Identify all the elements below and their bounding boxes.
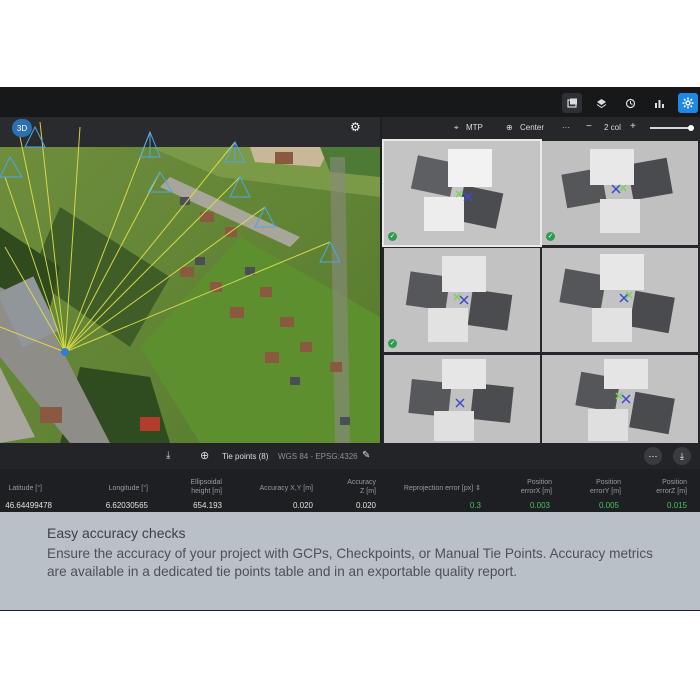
col-ellipsoidal-height[interactable]: Ellipsoidal height [m] <box>190 478 222 496</box>
cell-accuracy-z: 0.020 <box>355 501 376 510</box>
table-row[interactable]: 46.64499478 6.62030565 654.193 0.020 0.0… <box>0 501 700 512</box>
image-thumbnail[interactable] <box>384 355 540 443</box>
top-toolbar <box>0 87 700 117</box>
viewer-toolbar: 3D ⚙ <box>0 117 380 139</box>
collapse-icon[interactable]: ⤓ <box>166 450 170 461</box>
chart-icon[interactable] <box>649 93 669 113</box>
image-thumbnail[interactable] <box>542 355 698 443</box>
caption-title: Easy accuracy checks <box>47 525 186 541</box>
col-position-error-y[interactable]: Position errorY [m] <box>590 478 621 496</box>
more-options-button[interactable]: ··· <box>562 123 570 132</box>
check-icon: ✓ <box>546 232 555 241</box>
image-panel: ⌖ MTP ⊕ Center ··· − 2 col + ✓ ✓ ✓ <box>382 117 700 443</box>
table-header: Latitude [°] Longitude [°] Ellipsoidal he… <box>0 469 700 501</box>
crs-label: WGS 84 - EPSG:4326 <box>278 452 358 461</box>
tie-point-icon: ⊕ <box>200 450 210 462</box>
cell-latitude: 46.64499478 <box>5 501 52 510</box>
check-icon: ✓ <box>388 232 397 241</box>
viewer-settings-icon[interactable]: ⚙ <box>350 120 361 134</box>
center-icon[interactable]: ⊕ <box>506 123 513 132</box>
history-icon[interactable] <box>620 93 640 113</box>
image-thumbnail[interactable]: ✓ <box>382 139 542 247</box>
3d-scene-viewer[interactable] <box>0 117 380 443</box>
cell-height: 654.193 <box>193 501 222 510</box>
cell-error-x: 0.003 <box>529 501 550 510</box>
cell-error-z: 0.015 <box>666 501 687 510</box>
center-button[interactable]: Center <box>520 123 544 132</box>
mtp-button[interactable]: MTP <box>466 123 483 132</box>
edit-icon[interactable]: ✎ <box>362 450 370 461</box>
3d-mode-button[interactable]: 3D <box>12 119 32 137</box>
caption-body: Ensure the accuracy of your project with… <box>47 546 653 579</box>
image-thumbnail[interactable]: ✓ <box>384 248 540 352</box>
zoom-in-button[interactable]: + <box>630 121 636 132</box>
layers-icon[interactable] <box>591 93 611 113</box>
image-thumbnail[interactable] <box>542 248 698 352</box>
image-panel-toolbar: ⌖ MTP ⊕ Center ··· − 2 col + <box>382 117 700 139</box>
check-icon: ✓ <box>388 339 397 348</box>
cell-reprojection-error: 0.3 <box>469 501 481 510</box>
table-toolbar: ⤓ ⊕ Tie points (8) WGS 84 - EPSG:4326 ✎ … <box>0 443 700 469</box>
columns-label: 2 col <box>604 123 621 132</box>
zoom-slider[interactable] <box>650 125 694 131</box>
cell-error-y: 0.005 <box>598 501 619 510</box>
mtp-icon[interactable]: ⌖ <box>454 123 459 133</box>
table-download-button[interactable]: ⤓ <box>673 447 691 465</box>
image-thumbnail[interactable]: ✓ <box>542 141 698 245</box>
zoom-out-button[interactable]: − <box>586 121 592 132</box>
col-accuracy-xy[interactable]: Accuracy X,Y [m] <box>259 484 313 493</box>
col-position-error-z[interactable]: Position errorZ [m] <box>656 478 687 496</box>
table-title: Tie points (8) <box>222 452 269 461</box>
settings-icon[interactable] <box>678 93 698 113</box>
aerial-scene <box>0 117 380 443</box>
cell-accuracy-xy: 0.020 <box>292 501 313 510</box>
col-accuracy-z[interactable]: Accuracy Z [m] <box>347 478 376 496</box>
gallery-icon[interactable] <box>562 93 582 113</box>
col-latitude[interactable]: Latitude [°] <box>8 484 42 493</box>
table-more-button[interactable]: ⋯ <box>644 447 662 465</box>
col-reprojection-error[interactable]: Reprojection error [px] ⇕ <box>404 484 481 493</box>
col-longitude[interactable]: Longitude [°] <box>109 484 148 493</box>
cell-longitude: 6.62030565 <box>105 501 148 510</box>
col-position-error-x[interactable]: Position errorX [m] <box>521 478 552 496</box>
